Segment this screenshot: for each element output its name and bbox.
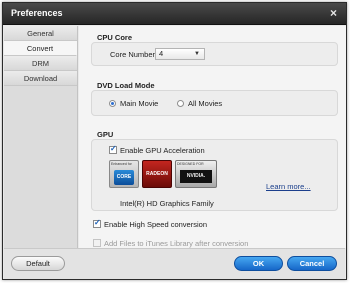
ok-button[interactable]: OK xyxy=(234,256,283,271)
sidebar-item-download[interactable]: Download xyxy=(4,71,77,86)
itunes-label: Add Files to iTunes Library after conver… xyxy=(104,239,249,248)
itunes-checkbox[interactable] xyxy=(93,239,101,247)
button-bar: Default OK Cancel xyxy=(4,248,345,279)
main-movie-radio[interactable] xyxy=(109,100,116,107)
title-bar: Preferences × xyxy=(3,3,346,25)
amd-logo-text: RADEON xyxy=(146,171,168,177)
nvidia-logo-text: NVIDIA. xyxy=(180,170,212,183)
sidebar: General Convert DRM Download xyxy=(4,26,78,248)
preferences-dialog: Preferences × General Convert DRM Downlo… xyxy=(2,2,347,280)
intel-logo-icon: Enhanced for CORE xyxy=(109,160,139,188)
learn-more-link[interactable]: Learn more... xyxy=(266,182,311,191)
dvd-load-mode-title: DVD Load Mode xyxy=(97,81,155,90)
gpu-acceleration-checkbox[interactable] xyxy=(109,144,117,154)
gpu-acceleration-label: Enable GPU Acceleration xyxy=(120,146,205,155)
sidebar-item-general[interactable]: General xyxy=(4,26,77,41)
close-icon[interactable]: × xyxy=(330,6,337,20)
intel-logo-text: CORE xyxy=(114,170,134,185)
nvidia-logo-icon: DESIGNED FOR NVIDIA. xyxy=(175,160,217,188)
core-number-select[interactable]: 4 ▼ xyxy=(155,48,205,60)
core-number-value: 4 xyxy=(159,49,164,58)
high-speed-label: Enable High Speed conversion xyxy=(104,220,207,229)
nvidia-logo-caption: DESIGNED FOR xyxy=(177,162,204,166)
dialog-title: Preferences xyxy=(11,8,63,18)
dvd-load-mode-panel: Main Movie All Movies xyxy=(91,90,338,116)
settings-content: CPU Core Core Number: 4 ▼ DVD Load Mode … xyxy=(79,26,346,248)
gpu-panel: Enable GPU Acceleration Enhanced for COR… xyxy=(91,139,338,211)
all-movies-radio[interactable] xyxy=(177,100,184,107)
cpu-core-panel: Core Number: 4 ▼ xyxy=(91,42,338,66)
cancel-button[interactable]: Cancel xyxy=(287,256,337,271)
gpu-logos: Enhanced for CORE RADEON DESIGNED FOR NV… xyxy=(109,160,219,188)
gpu-title: GPU xyxy=(97,130,114,139)
chevron-down-icon: ▼ xyxy=(194,51,200,57)
high-speed-checkbox[interactable] xyxy=(93,218,101,228)
sidebar-item-convert[interactable]: Convert xyxy=(4,41,77,56)
core-number-label: Core Number: xyxy=(110,50,158,59)
amd-radeon-logo-icon: RADEON xyxy=(142,160,172,188)
main-movie-label: Main Movie xyxy=(120,99,159,108)
all-movies-label: All Movies xyxy=(188,99,223,108)
default-button[interactable]: Default xyxy=(11,256,65,271)
gpu-family-label: Intel(R) HD Graphics Family xyxy=(120,199,214,208)
cpu-core-title: CPU Core xyxy=(97,33,133,42)
sidebar-item-drm[interactable]: DRM xyxy=(4,56,77,71)
intel-logo-caption: Enhanced for xyxy=(111,162,132,166)
